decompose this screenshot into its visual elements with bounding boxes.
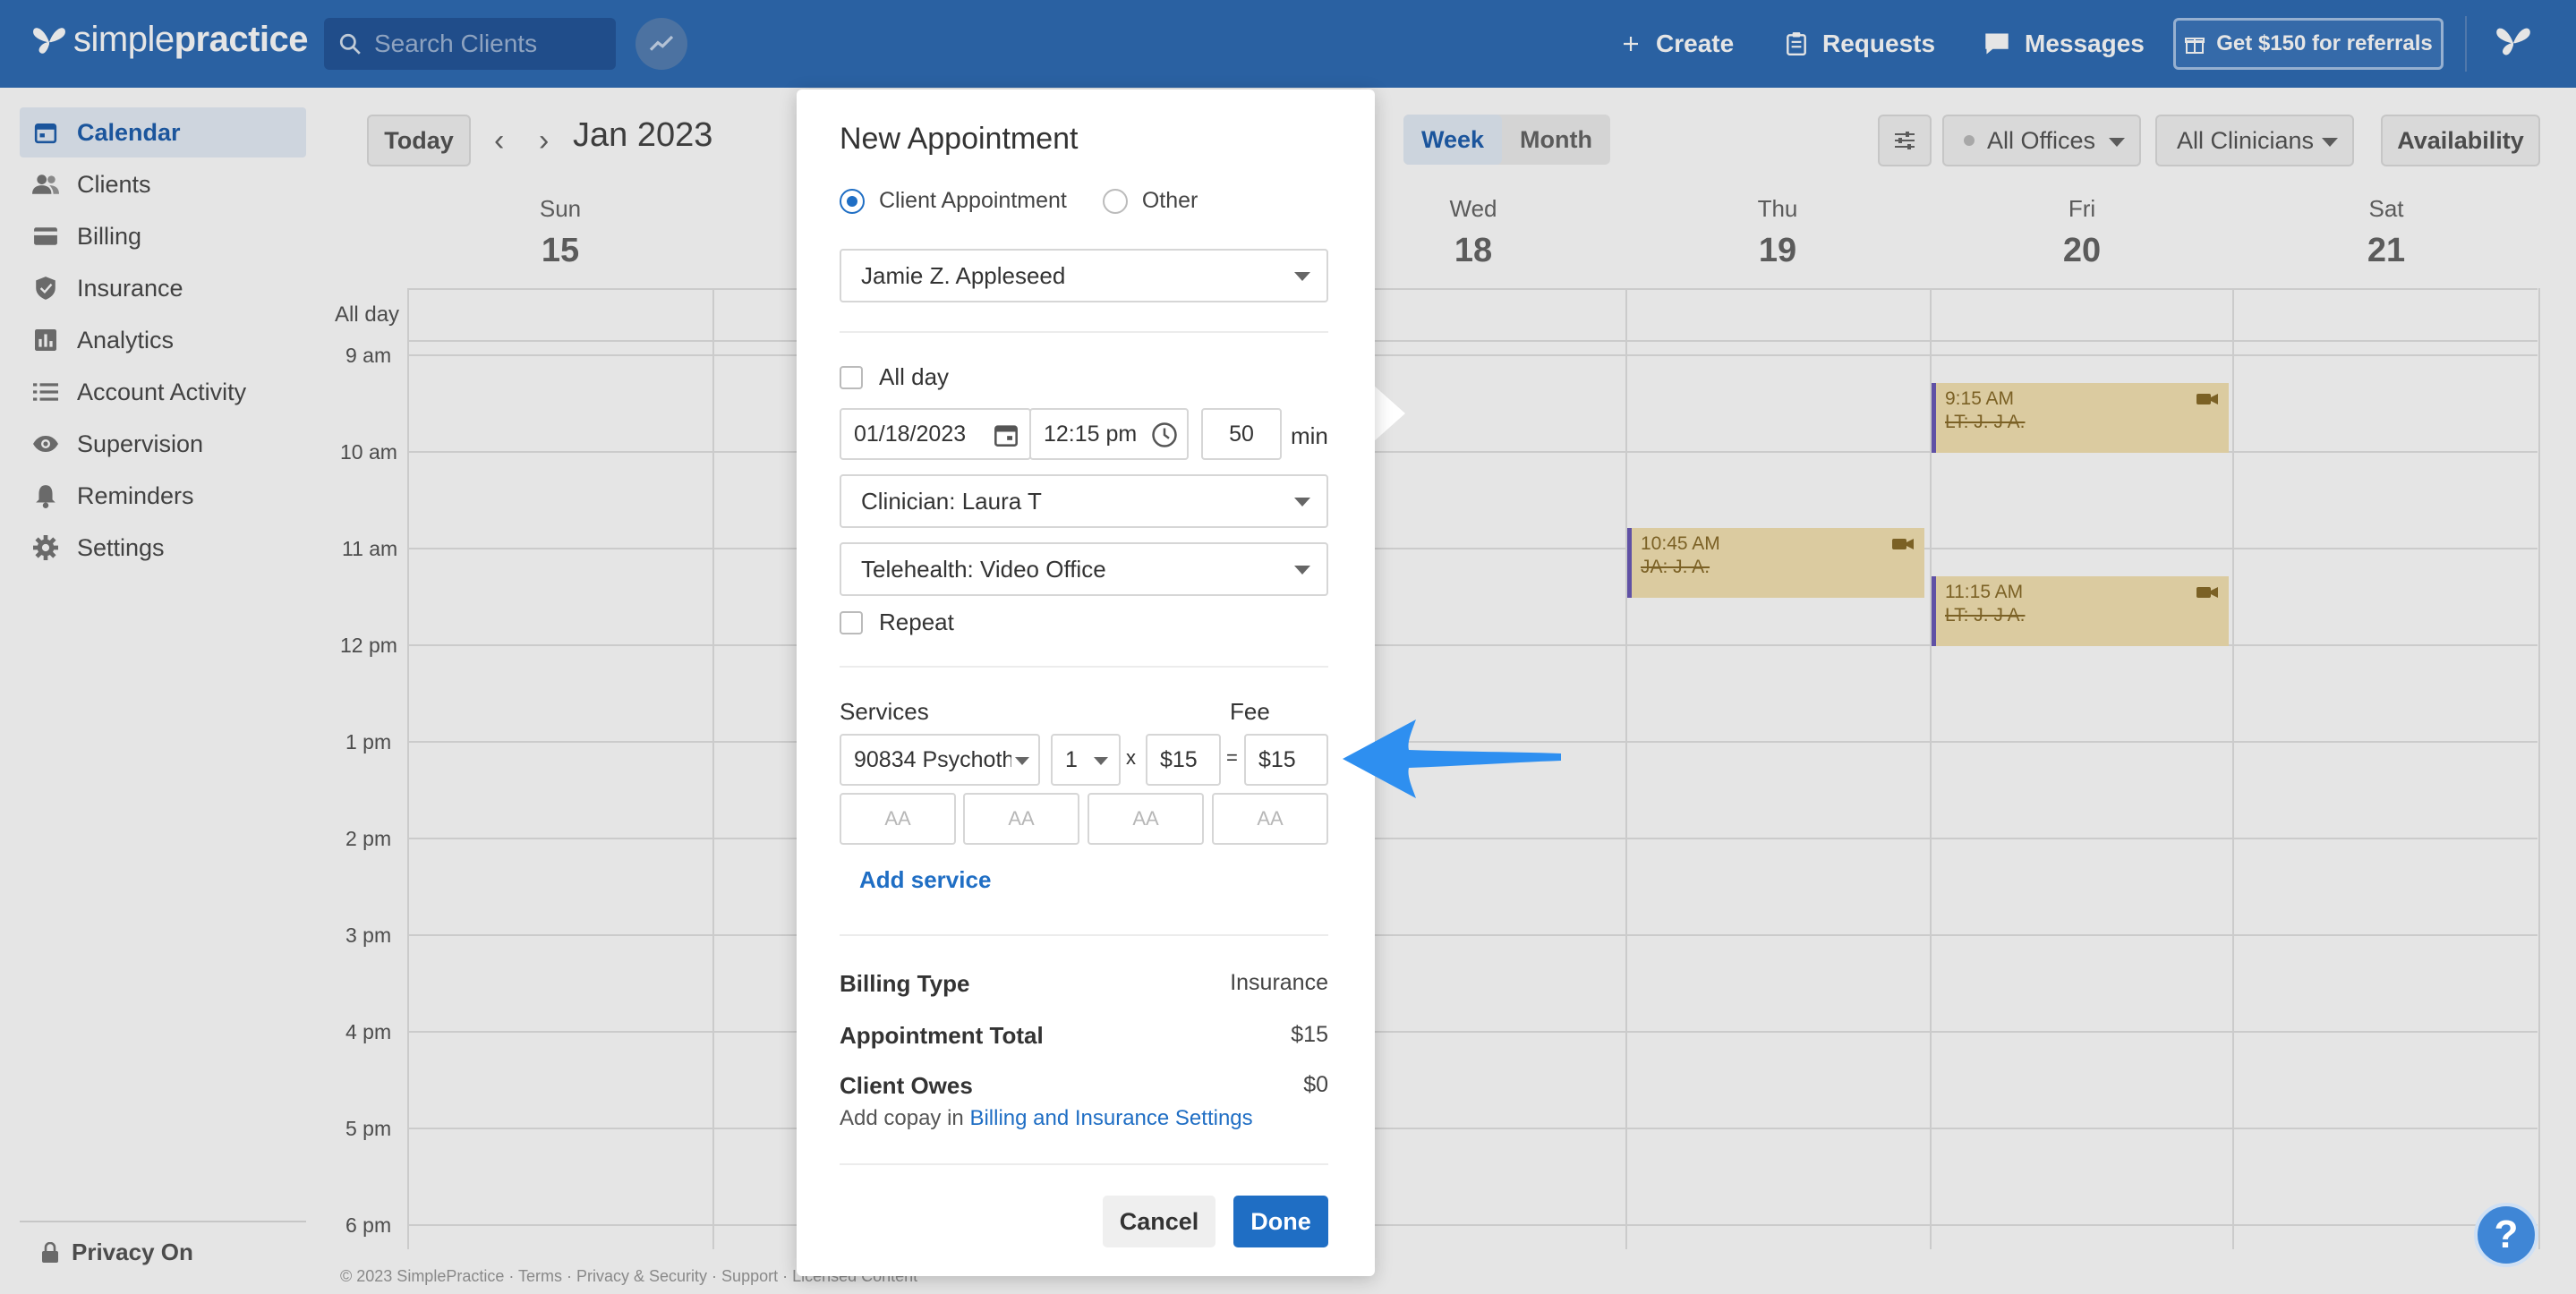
question-icon: ? xyxy=(2494,1213,2519,1256)
service-code-select[interactable]: 90834 Psychotherapy xyxy=(840,734,1040,786)
units-select[interactable]: 1 xyxy=(1051,734,1121,786)
appointment-total-label: Appointment Total xyxy=(840,1022,1044,1049)
copay-hint: Add copay in Billing and Insurance Setti… xyxy=(840,1106,1253,1131)
clock-icon xyxy=(1152,422,1177,447)
done-button[interactable]: Done xyxy=(1233,1196,1328,1247)
multiply-sign: x xyxy=(1126,746,1136,769)
rate-input[interactable]: $15 xyxy=(1146,734,1221,786)
modal-title: New Appointment xyxy=(840,122,1079,156)
location-select[interactable]: Telehealth: Video Office xyxy=(840,542,1328,596)
modal-pointer xyxy=(1373,385,1405,442)
repeat-row: Repeat xyxy=(840,609,954,636)
rate-value: $15 xyxy=(1160,746,1198,772)
duration-unit: min xyxy=(1291,422,1328,449)
divider xyxy=(840,666,1328,668)
date-field[interactable]: 01/18/2023 xyxy=(840,408,1031,460)
all-day-row: All day xyxy=(840,363,949,391)
billing-type-value: Insurance xyxy=(1230,970,1328,995)
help-button[interactable]: ? xyxy=(2474,1203,2538,1267)
appointment-total-row: Appointment Total $15 xyxy=(840,1022,1328,1050)
client-value: Jamie Z. Appleseed xyxy=(861,261,1066,289)
other-label: Other xyxy=(1141,188,1198,213)
billing-settings-link[interactable]: Billing and Insurance Settings xyxy=(969,1106,1252,1130)
client-owes-value: $0 xyxy=(1303,1072,1328,1097)
cancel-label: Cancel xyxy=(1119,1207,1199,1235)
calendar-icon xyxy=(994,425,1018,447)
billing-type-row: Billing Type Insurance xyxy=(840,970,1328,998)
modifier-input-1[interactable]: AA xyxy=(840,793,956,845)
time-value: 12:15 pm xyxy=(1044,421,1138,447)
client-owes-label: Client Owes xyxy=(840,1072,973,1099)
clinician-select[interactable]: Clinician: Laura T xyxy=(840,474,1328,528)
modifier-placeholder: AA xyxy=(884,807,911,830)
client-select[interactable]: Jamie Z. Appleseed xyxy=(840,249,1328,302)
appointment-type-group: Client Appointment Other xyxy=(840,188,1198,214)
copay-text: Add copay in xyxy=(840,1106,964,1130)
fee-label: Fee xyxy=(1230,698,1270,725)
annotation-arrow-icon xyxy=(1343,719,1561,798)
fee-value: $15 xyxy=(1258,746,1296,772)
client-appointment-label: Client Appointment xyxy=(879,188,1067,213)
date-value: 01/18/2023 xyxy=(854,421,967,447)
all-day-checkbox[interactable] xyxy=(840,365,863,389)
duration-input[interactable]: 50 xyxy=(1201,408,1282,460)
time-field[interactable]: 12:15 pm xyxy=(1029,408,1189,460)
services-label: Services xyxy=(840,698,929,725)
chevron-down-icon xyxy=(1015,757,1029,765)
modifier-input-4[interactable]: AA xyxy=(1212,793,1328,845)
repeat-label: Repeat xyxy=(879,609,954,635)
modifier-placeholder: AA xyxy=(1132,807,1159,830)
modifier-input-2[interactable]: AA xyxy=(963,793,1079,845)
chevron-down-icon xyxy=(1294,566,1310,575)
location-value: Telehealth: Video Office xyxy=(861,555,1106,583)
divider xyxy=(840,934,1328,936)
chevron-down-icon xyxy=(1094,757,1108,765)
client-owes-row: Client Owes $0 xyxy=(840,1072,1328,1100)
done-label: Done xyxy=(1250,1207,1311,1235)
service-code-value: 90834 Psychotherapy xyxy=(854,746,1011,772)
new-appointment-modal: New Appointment Client Appointment Other… xyxy=(797,89,1375,1276)
all-day-label: All day xyxy=(879,363,950,390)
appointment-total-value: $15 xyxy=(1291,1022,1328,1047)
chevron-down-icon xyxy=(1294,272,1310,281)
chevron-down-icon xyxy=(1294,498,1310,507)
equals-sign: = xyxy=(1226,746,1238,769)
repeat-checkbox[interactable] xyxy=(840,610,863,634)
modifier-input-3[interactable]: AA xyxy=(1088,793,1204,845)
other-radio[interactable] xyxy=(1102,188,1128,214)
clinician-value: Clinician: Laura T xyxy=(861,487,1042,515)
divider xyxy=(840,1163,1328,1165)
client-appointment-radio[interactable] xyxy=(840,188,865,214)
fee-input[interactable]: $15 xyxy=(1244,734,1328,786)
duration-value: 50 xyxy=(1229,421,1254,447)
modifier-placeholder: AA xyxy=(1008,807,1035,830)
cancel-button[interactable]: Cancel xyxy=(1103,1196,1215,1247)
units-value: 1 xyxy=(1065,746,1078,772)
modifier-placeholder: AA xyxy=(1257,807,1284,830)
billing-type-label: Billing Type xyxy=(840,970,970,997)
add-service-link[interactable]: Add service xyxy=(859,866,991,894)
divider xyxy=(840,331,1328,333)
